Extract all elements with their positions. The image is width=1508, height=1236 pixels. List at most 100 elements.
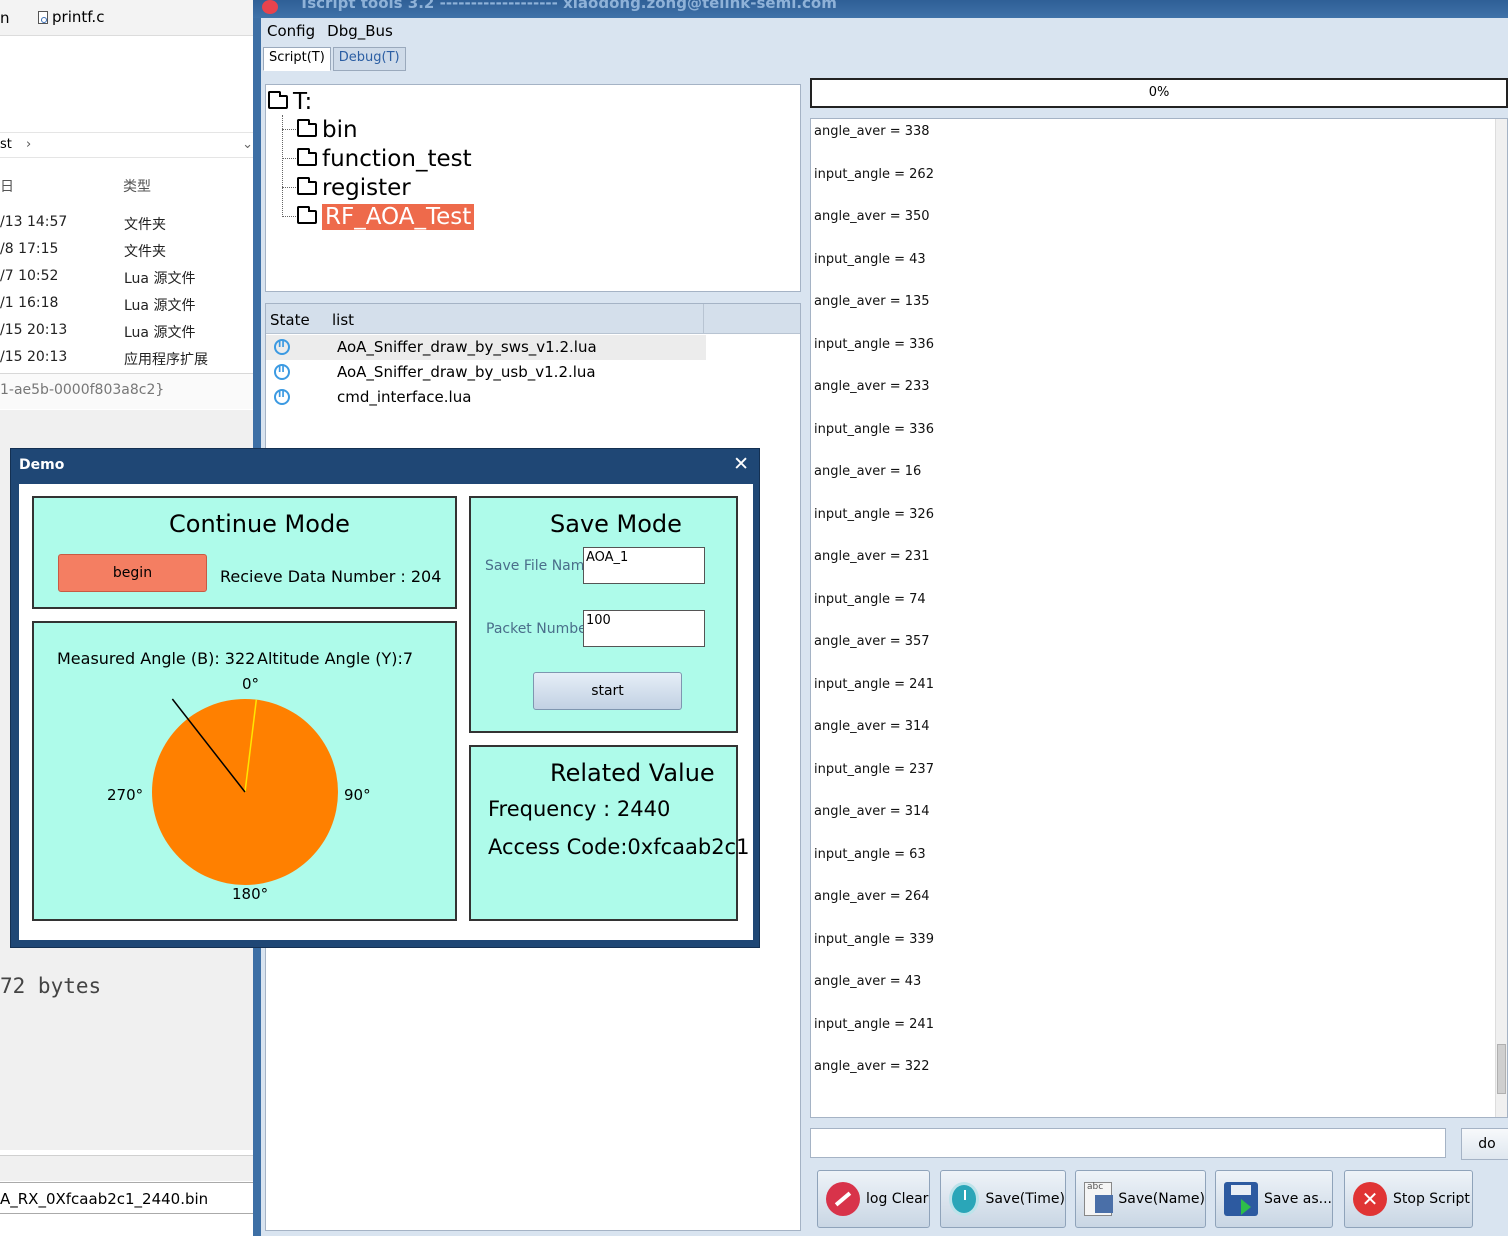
frequency-text: Frequency : 2440 xyxy=(488,797,671,821)
log-scrollbar-thumb[interactable] xyxy=(1497,1044,1506,1094)
tree-root-label: T: xyxy=(293,89,313,115)
tree-connector xyxy=(282,129,296,130)
angle-panel: Measured Angle (B): 322 Altitude Angle (… xyxy=(32,621,457,921)
script-list-header: State list xyxy=(266,304,800,334)
file-type: Lua 源文件 xyxy=(124,298,196,314)
log-output[interactable]: angle_aver = 338 input_angle = 262 angle_a… xyxy=(810,118,1508,1118)
continue-mode-panel: Continue Mode begin Recieve Data Number … xyxy=(32,496,457,609)
log-line: angle_aver = 322 xyxy=(814,1059,930,1074)
tree-node-register[interactable]: register xyxy=(297,175,411,201)
angle-dial xyxy=(152,698,338,885)
dial-label-270: 270° xyxy=(107,786,144,804)
file-row[interactable]: /8 17:15 文件夹 xyxy=(0,241,253,268)
column-header-date[interactable]: 日 xyxy=(0,176,14,196)
explorer-address-bar[interactable]: st › ⌄ xyxy=(0,132,253,158)
packet-number-input[interactable]: 100 xyxy=(583,610,705,647)
continue-mode-title: Continue Mode xyxy=(169,510,350,538)
tab-script[interactable]: Script(T) xyxy=(263,47,331,71)
file-row[interactable]: /15 20:13 Lua 源文件 xyxy=(0,322,253,349)
demo-dialog: Demo ✕ Continue Mode begin Recieve Data … xyxy=(10,448,760,948)
start-button[interactable]: start xyxy=(533,672,682,710)
window-titlebar[interactable]: Tscript tools 3.2 ------------------- xi… xyxy=(253,0,1508,18)
do-button[interactable]: do xyxy=(1461,1128,1508,1160)
folder-icon xyxy=(297,177,317,195)
close-icon[interactable]: ✕ xyxy=(733,453,749,475)
pause-state-icon[interactable] xyxy=(274,339,290,355)
file-date: /15 20:13 xyxy=(0,349,68,365)
tab-debug[interactable]: Debug(T) xyxy=(332,47,406,71)
log-line: angle_aver = 231 xyxy=(814,549,930,564)
file-type: 文件夹 xyxy=(124,217,166,233)
log-line: input_angle = 336 xyxy=(814,421,934,437)
save-time-button[interactable]: Save(Time) xyxy=(940,1170,1066,1228)
tree-node-bin[interactable]: bin xyxy=(297,117,358,143)
file-date: /15 20:13 xyxy=(0,322,68,338)
bin-file-name[interactable]: A_RX_0Xfcaab2c1_2440.bin xyxy=(0,1182,253,1214)
column-header-list[interactable]: list xyxy=(332,311,354,329)
log-line: angle_aver = 314 xyxy=(814,804,930,819)
column-header-state[interactable]: State xyxy=(270,311,310,329)
menu-dbg-bus[interactable]: Dbg_Bus xyxy=(327,22,393,40)
related-value-title: Related Value xyxy=(550,759,715,787)
tree-connector xyxy=(282,187,296,188)
begin-button[interactable]: begin xyxy=(58,554,207,592)
log-line: input_angle = 336 xyxy=(814,336,934,352)
column-header-type[interactable]: 类型 xyxy=(123,176,151,196)
broom-icon xyxy=(826,1182,860,1216)
explorer-tab-printf[interactable]: printf.c xyxy=(38,8,104,26)
log-line: input_angle = 237 xyxy=(814,761,934,777)
explorer-tab-row: n printf.c xyxy=(0,0,253,36)
tree-connector xyxy=(282,216,296,217)
file-type: 文件夹 xyxy=(124,244,166,260)
tree-node-label: function_test xyxy=(322,146,472,172)
address-dropdown-chevron-icon[interactable]: ⌄ xyxy=(242,133,253,157)
save-name-label: Save(Name) xyxy=(1118,1191,1205,1207)
file-size-text: 72 bytes xyxy=(0,974,102,998)
pause-state-icon[interactable] xyxy=(274,364,290,380)
file-row[interactable]: /15 20:13 应用程序扩展 xyxy=(0,349,253,376)
file-row[interactable]: /7 10:52 Lua 源文件 xyxy=(0,268,253,295)
app-logo-icon xyxy=(262,0,278,14)
tree-connector xyxy=(282,158,296,159)
tree-root[interactable]: T: xyxy=(268,89,312,115)
tree-guide-line xyxy=(282,115,283,217)
log-line: input_angle = 326 xyxy=(814,506,934,522)
log-line: angle_aver = 314 xyxy=(814,719,930,734)
menu-bar: Config Dbg_Bus xyxy=(261,18,399,44)
file-row[interactable]: /1 16:18 Lua 源文件 xyxy=(0,295,253,322)
explorer-details-guid: 1-ae5b-0000f803a8c2} xyxy=(0,373,253,409)
tab-bar: Script(T) Debug(T) xyxy=(263,46,408,71)
save-file-name-input[interactable]: AOA_1 xyxy=(583,547,705,584)
script-row[interactable]: AoA_Sniffer_draw_by_usb_v1.2.lua xyxy=(266,360,706,385)
save-name-button[interactable]: Save(Name) xyxy=(1075,1170,1206,1228)
log-clear-button[interactable]: log Clear xyxy=(817,1170,930,1228)
log-line: angle_aver = 357 xyxy=(814,634,930,649)
log-scrollbar[interactable] xyxy=(1495,119,1507,1117)
command-input[interactable] xyxy=(810,1128,1446,1158)
file-date: /8 17:15 xyxy=(0,241,59,257)
floppy-disk-icon xyxy=(1224,1182,1258,1216)
log-line: input_angle = 63 xyxy=(814,846,926,862)
packet-number-label: Packet Number xyxy=(486,621,593,637)
script-name: AoA_Sniffer_draw_by_usb_v1.2.lua xyxy=(337,363,596,381)
pause-state-icon[interactable] xyxy=(274,389,290,405)
column-separator[interactable] xyxy=(703,304,704,334)
script-name: cmd_interface.lua xyxy=(337,388,472,406)
dialog-title: Demo xyxy=(19,457,65,473)
file-type: 应用程序扩展 xyxy=(124,352,208,368)
menu-config[interactable]: Config xyxy=(267,22,315,40)
save-as-button[interactable]: Save as... xyxy=(1215,1170,1333,1228)
file-date: /7 10:52 xyxy=(0,268,59,284)
dialog-client: Continue Mode begin Recieve Data Number … xyxy=(19,484,753,940)
folder-icon xyxy=(297,148,317,166)
file-date: /13 14:57 xyxy=(0,214,68,230)
tree-node-function-test[interactable]: function_test xyxy=(297,146,472,172)
dial-label-0: 0° xyxy=(242,675,260,693)
script-row[interactable]: cmd_interface.lua xyxy=(266,385,706,410)
script-row[interactable]: AoA_Sniffer_draw_by_sws_v1.2.lua xyxy=(266,335,706,360)
file-row[interactable]: /13 14:57 文件夹 xyxy=(0,214,253,241)
stop-script-button[interactable]: ✕ Stop Script xyxy=(1344,1170,1473,1228)
explorer-tab-previous[interactable]: n xyxy=(0,9,10,27)
tree-node-rf-aoa-test[interactable]: RF_AOA_Test xyxy=(297,204,475,230)
file-type: Lua 源文件 xyxy=(124,271,196,287)
